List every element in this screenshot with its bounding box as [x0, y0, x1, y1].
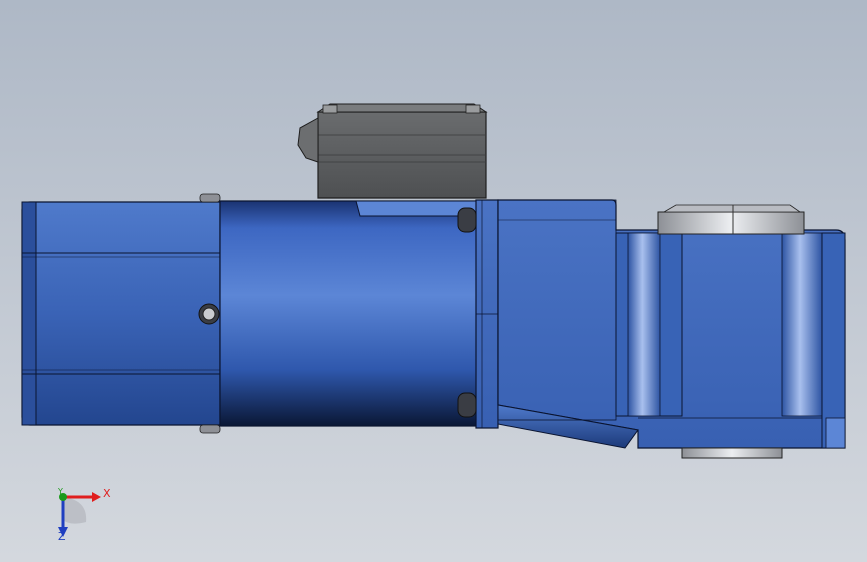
x-axis-label: X	[103, 487, 111, 500]
model-canvas[interactable]	[0, 0, 867, 562]
motor-end-cap[interactable]	[21, 193, 221, 434]
motor-body[interactable]	[198, 200, 479, 427]
y-axis-label: Y	[58, 487, 63, 496]
output-shaft-bottom[interactable]	[681, 447, 783, 459]
bolt-icon	[457, 392, 477, 418]
screw-icon	[202, 307, 216, 321]
housing-rib	[781, 232, 823, 417]
housing-rib	[627, 232, 661, 417]
terminal-box[interactable]	[297, 103, 488, 199]
z-axis-label: Z	[58, 530, 66, 543]
screw-icon	[322, 104, 338, 114]
gearbox-housing[interactable]	[497, 199, 846, 449]
screw-icon	[465, 104, 481, 114]
output-shaft-cap[interactable]	[657, 204, 805, 235]
bolt-icon	[457, 207, 477, 233]
screw-icon	[199, 193, 221, 203]
screw-icon	[199, 424, 221, 434]
cad-viewport[interactable]: X Y Z	[0, 0, 867, 562]
